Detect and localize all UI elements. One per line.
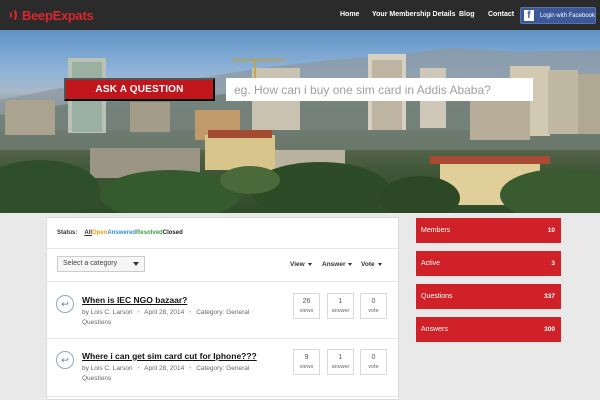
- nav-membership-details[interactable]: Your Membership Details: [372, 11, 456, 18]
- status-filter: Status: All Open Answered Resolved Close…: [57, 230, 183, 236]
- votes-count: 0 vote: [360, 293, 387, 319]
- votes-number: 0: [371, 354, 376, 361]
- status-open[interactable]: Open: [92, 230, 107, 236]
- views-label: views: [299, 308, 314, 314]
- sort-by-view[interactable]: View: [290, 261, 312, 268]
- facebook-icon: f: [524, 10, 534, 21]
- reply-arrow-icon: ↩: [56, 351, 74, 369]
- facebook-login-label: Login with Facebook: [539, 12, 595, 19]
- sort-by-answer[interactable]: Answer: [322, 261, 353, 268]
- ask-question-button[interactable]: ASK A QUESTION: [64, 78, 215, 101]
- status-filter-label: Status:: [57, 230, 78, 236]
- stat-members-value: 10: [547, 227, 555, 234]
- question-meta: by Lois C. Larson • April 28, 2014 • Cat…: [82, 308, 272, 328]
- site-logo[interactable]: BeepExpats: [6, 6, 94, 24]
- votes-label: vote: [368, 364, 379, 370]
- votes-label: vote: [368, 308, 379, 314]
- chevron-down-icon: [133, 262, 139, 266]
- status-all[interactable]: All: [84, 230, 92, 236]
- status-answered[interactable]: Answered: [107, 230, 136, 236]
- divider: [47, 338, 398, 339]
- question-title[interactable]: When is IEC NGO bazaar?: [82, 295, 187, 305]
- status-resolved[interactable]: Resolved: [136, 230, 163, 236]
- hero-banner: ASK A QUESTION: [0, 30, 600, 213]
- status-closed[interactable]: Closed: [163, 230, 183, 236]
- stat-answers-label: Answers: [421, 326, 448, 333]
- stat-questions-label: Questions: [421, 293, 453, 300]
- by-label: by: [82, 365, 89, 372]
- chevron-down-icon: [377, 263, 382, 266]
- stat-active[interactable]: Active 3: [416, 251, 561, 276]
- sort-answer-label: Answer: [322, 261, 346, 268]
- question-meta: by Lois C. Larson • April 28, 2014 • Cat…: [82, 364, 272, 384]
- divider: [47, 281, 398, 282]
- question-search-input[interactable]: [226, 78, 533, 101]
- category-select-value: Select a category: [63, 260, 118, 267]
- stat-questions[interactable]: Questions 337: [416, 284, 561, 309]
- signal-waves-icon: [6, 6, 20, 24]
- nav-blog[interactable]: Blog: [459, 11, 475, 18]
- chevron-down-icon: [307, 263, 312, 266]
- top-navigation-bar: BeepExpats Home Your Membership Details …: [0, 0, 600, 30]
- question-author[interactable]: Lois C. Larson: [91, 365, 133, 372]
- facebook-login-button[interactable]: f Login with Facebook: [520, 7, 596, 24]
- nav-contact[interactable]: Contact: [488, 11, 514, 18]
- views-count: 9 views: [293, 349, 320, 375]
- site-logo-text: BeepExpats: [22, 7, 94, 23]
- question-row: ↩ Where i can get sim card cut for Iphon…: [47, 344, 398, 400]
- votes-count: 0 vote: [360, 349, 387, 375]
- city-skyline-background: [0, 48, 600, 213]
- question-author[interactable]: Lois C. Larson: [91, 309, 133, 316]
- answers-number: 1: [338, 298, 343, 305]
- by-label: by: [82, 309, 89, 316]
- views-label: views: [299, 364, 314, 370]
- stat-answers[interactable]: Answers 300: [416, 317, 561, 342]
- question-date: April 28, 2014: [144, 365, 185, 372]
- sort-by-vote[interactable]: Vote: [361, 261, 382, 268]
- votes-number: 0: [371, 298, 376, 305]
- chevron-down-icon: [348, 263, 353, 266]
- sort-vote-label: Vote: [361, 261, 375, 268]
- category-label: Category:: [196, 365, 225, 372]
- questions-panel: Status: All Open Answered Resolved Close…: [46, 217, 399, 400]
- answers-number: 1: [338, 354, 343, 361]
- question-title[interactable]: Where i can get sim card cut for Iphone?…: [82, 351, 257, 361]
- question-date: April 28, 2014: [144, 309, 185, 316]
- stat-members[interactable]: Members 10: [416, 218, 561, 243]
- answers-label: answer: [331, 308, 350, 314]
- answers-label: answer: [331, 364, 350, 370]
- stat-active-value: 3: [551, 260, 555, 267]
- separator-dot: •: [189, 365, 192, 372]
- stat-answers-value: 300: [544, 326, 555, 333]
- divider: [47, 248, 398, 249]
- divider: [47, 396, 398, 397]
- separator-dot: •: [137, 309, 140, 316]
- sort-view-label: View: [290, 261, 305, 268]
- views-number: 9: [304, 354, 309, 361]
- stat-members-label: Members: [421, 227, 451, 234]
- category-select[interactable]: Select a category: [57, 256, 145, 272]
- views-number: 26: [302, 298, 311, 305]
- category-label: Category:: [196, 309, 225, 316]
- nav-home[interactable]: Home: [340, 11, 359, 18]
- views-count: 26 views: [293, 293, 320, 319]
- stat-questions-value: 337: [544, 293, 555, 300]
- separator-dot: •: [189, 309, 192, 316]
- reply-arrow-icon: ↩: [56, 295, 74, 313]
- stat-active-label: Active: [421, 260, 441, 267]
- answers-count: 1 answer: [327, 349, 354, 375]
- question-row: ↩ When is IEC NGO bazaar? by Lois C. Lar…: [47, 288, 398, 348]
- separator-dot: •: [137, 365, 140, 372]
- answers-count: 1 answer: [327, 293, 354, 319]
